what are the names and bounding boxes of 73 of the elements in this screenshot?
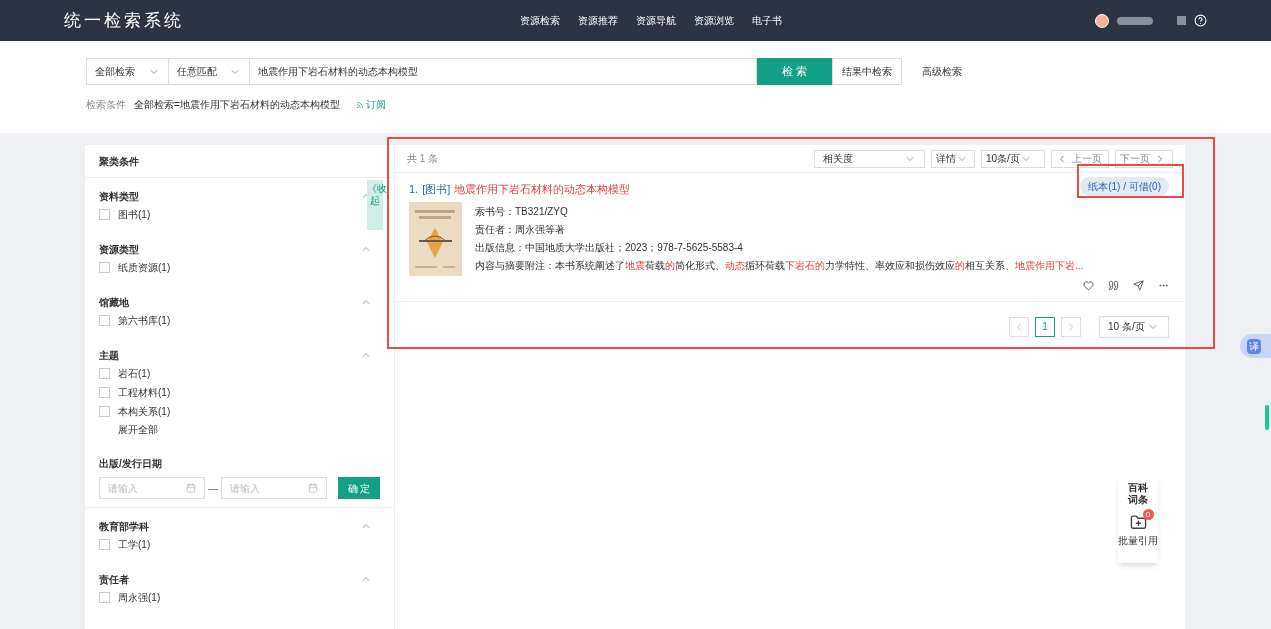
page-size-select[interactable]: 10条/页 bbox=[981, 149, 1045, 168]
help-icon[interactable] bbox=[1194, 14, 1207, 27]
condition-text: 全部检索=地震作用下岩石材料的动态本构模型 bbox=[134, 98, 340, 112]
facet-title: 资源类型 bbox=[99, 242, 139, 257]
result-field: 责任者：周永强等著 bbox=[475, 221, 1171, 237]
next-page-button[interactable] bbox=[1061, 316, 1081, 337]
prev-page-button[interactable] bbox=[1009, 316, 1029, 337]
facet-option[interactable]: 图书(1) bbox=[118, 206, 151, 222]
sidebar-title: 聚类条件 bbox=[85, 145, 394, 178]
prev-page-button[interactable]: 上一页 bbox=[1051, 149, 1109, 168]
square-icon[interactable] bbox=[1177, 16, 1186, 25]
folder-plus-icon[interactable] bbox=[1129, 514, 1147, 531]
nav-link[interactable]: 资源导航 bbox=[636, 13, 676, 28]
calendar-icon bbox=[186, 483, 196, 493]
count-badge: 0 bbox=[1142, 509, 1154, 520]
view-select[interactable]: 详情 bbox=[931, 149, 975, 168]
facet-title: 主题 bbox=[99, 348, 119, 363]
result-field: 索书号：TB321/ZYQ bbox=[475, 203, 1171, 219]
cite-icon[interactable] bbox=[1108, 279, 1119, 291]
checkbox[interactable] bbox=[99, 405, 110, 417]
encyclopedia-button[interactable]: 百科词条 bbox=[1126, 482, 1150, 506]
scope-select[interactable]: 全部检索 bbox=[86, 58, 169, 85]
result-index: 1. bbox=[409, 182, 419, 197]
share-icon[interactable] bbox=[1133, 279, 1144, 291]
facet-option[interactable]: 第六书库(1) bbox=[118, 312, 171, 328]
checkbox[interactable] bbox=[99, 591, 110, 603]
facet-option[interactable]: 工程材料(1) bbox=[118, 384, 171, 400]
facet-title: 出版/发行日期 bbox=[99, 457, 163, 471]
match-select[interactable]: 任意匹配 bbox=[169, 58, 249, 85]
nav-link[interactable]: 资源推荐 bbox=[578, 13, 618, 28]
facet-title: 教育部学科 bbox=[99, 519, 149, 534]
refine-search-button[interactable]: 结果中检索 bbox=[832, 58, 902, 85]
calendar-icon bbox=[307, 483, 318, 493]
result-type: [图书] bbox=[422, 182, 451, 197]
subscribe-link[interactable]: 订阅 bbox=[355, 97, 386, 112]
range-separator: — bbox=[208, 481, 218, 496]
advanced-search-link[interactable]: 高级检索 bbox=[922, 64, 962, 79]
favorite-icon[interactable] bbox=[1083, 279, 1094, 291]
checkbox[interactable] bbox=[99, 538, 110, 550]
result-title[interactable]: 地震作用下岩石材料的动态本构模型 bbox=[454, 181, 631, 198]
facet-title: 责任者 bbox=[99, 572, 129, 587]
checkbox[interactable] bbox=[99, 261, 110, 273]
result-count: 共 1 条 bbox=[407, 152, 439, 166]
expand-all-link[interactable]: 展开全部 bbox=[118, 422, 380, 437]
search-field[interactable]: 地震作用下岩石材料的动态本构模型 bbox=[249, 58, 757, 85]
facet-option[interactable]: 纸质资源(1) bbox=[118, 259, 171, 275]
checkbox[interactable] bbox=[99, 386, 110, 398]
next-page-button[interactable]: 下一页 bbox=[1115, 149, 1173, 168]
result-summary: 内容与摘要附注：本书系统阐述了地震荷载的简化形式、动态循环荷载下岩石的力学特性、率效应和损伤效应的相互关系、地震作用下岩... bbox=[475, 258, 1085, 273]
facet-option[interactable]: 岩石(1) bbox=[118, 365, 151, 381]
page-button[interactable]: 1 bbox=[1035, 316, 1055, 337]
facet-option[interactable]: 周永强(1) bbox=[118, 589, 161, 605]
condition-label: 检索条件 bbox=[86, 98, 126, 112]
nav-link[interactable]: 资源检索 bbox=[520, 13, 560, 28]
checkbox[interactable] bbox=[99, 367, 110, 379]
batch-cite-button[interactable]: 批量引用 bbox=[1118, 533, 1158, 548]
facet-option[interactable]: 本构关系(1) bbox=[118, 403, 171, 419]
app-title: 统一检索系统 bbox=[64, 9, 185, 32]
checkbox[interactable] bbox=[99, 314, 110, 326]
page-size-select[interactable]: 10 条/页 bbox=[1099, 315, 1169, 338]
scroll-indicator bbox=[1265, 405, 1269, 430]
blurred-username bbox=[1117, 16, 1153, 25]
facet-title: 资料类型 bbox=[99, 189, 139, 204]
result-field: 出版信息：中国地质大学出版社；2023；978-7-5625-5583-4 bbox=[475, 239, 1171, 255]
sort-select[interactable]: 相关度 bbox=[814, 149, 925, 168]
rss-icon bbox=[355, 100, 364, 109]
facet-option[interactable]: 工学(1) bbox=[118, 536, 151, 552]
nav-link[interactable]: 资源浏览 bbox=[694, 13, 734, 28]
checkbox[interactable] bbox=[99, 208, 110, 220]
facet-title: 馆藏地 bbox=[99, 295, 129, 310]
nav-link[interactable]: 电子书 bbox=[752, 13, 782, 28]
avatar-icon[interactable] bbox=[1095, 13, 1109, 28]
holdings-badge[interactable]: 纸本(1) / 可借(0) bbox=[1080, 177, 1169, 196]
